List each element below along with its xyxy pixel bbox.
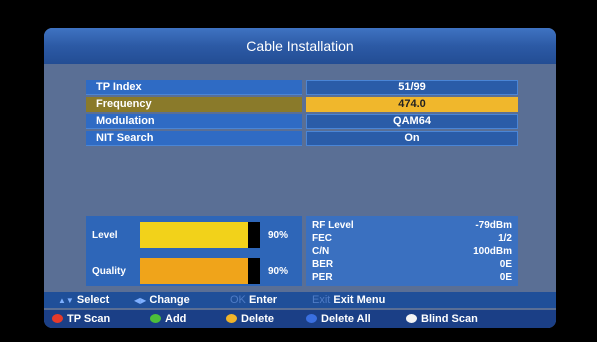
modulation-value[interactable]: QAM64 (306, 114, 518, 129)
frequency-row[interactable]: Frequency 474.0 (86, 97, 518, 112)
level-percent: 90% (268, 230, 289, 241)
tp-index-label: TP Index (86, 80, 302, 95)
left-right-arrows-icon: ◀▶ (134, 296, 147, 305)
help-enter-label: Enter (248, 294, 278, 306)
quality-bar (140, 258, 260, 284)
up-down-arrows-icon: ▲▼ (58, 296, 74, 305)
frequency-label: Frequency (86, 97, 302, 112)
stat-value: 100dBm (473, 246, 512, 257)
level-label: Level (92, 230, 118, 241)
stat-name: PER (312, 272, 333, 283)
white-key-icon (406, 314, 417, 323)
stat-value: 1/2 (498, 233, 512, 244)
quality-bar-fill (140, 258, 248, 284)
nit-search-label: NIT Search (86, 131, 302, 146)
tp-index-row[interactable]: TP Index 51/99 (86, 80, 518, 95)
modulation-label: Modulation (86, 114, 302, 129)
add-button[interactable]: Add (150, 310, 186, 328)
blind-scan-button[interactable]: Blind Scan (406, 310, 478, 328)
stat-value: 0E (499, 259, 512, 270)
stat-value: -79dBm (475, 220, 512, 231)
stat-name: FEC (312, 233, 332, 244)
stat-value: 0E (499, 272, 512, 283)
help-bar: ▲▼ Select ◀▶ Change OK Enter Exit Exit M… (44, 292, 556, 308)
yellow-key-icon (226, 314, 237, 323)
nit-search-value[interactable]: On (306, 131, 518, 146)
delete-button[interactable]: Delete (226, 310, 274, 328)
modulation-row[interactable]: Modulation QAM64 (86, 114, 518, 129)
help-change-label: Change (149, 294, 190, 306)
help-exit: Exit Exit Menu (312, 292, 385, 308)
stat-cn: C/N 100dBm (312, 246, 512, 258)
color-key-bar: TP Scan Add Delete Delete All Blind Scan (44, 310, 556, 328)
tp-scan-label: TP Scan (67, 313, 111, 325)
stat-rf-level: RF Level -79dBm (312, 220, 512, 232)
help-select-label: Select (76, 294, 110, 306)
green-key-icon (150, 314, 161, 323)
level-bar (140, 222, 260, 248)
ok-key-label: OK (230, 294, 246, 306)
tp-index-value[interactable]: 51/99 (306, 80, 518, 95)
help-enter: OK Enter (230, 292, 277, 308)
add-label: Add (165, 313, 187, 325)
stat-name: BER (312, 259, 334, 270)
stat-name: C/N (312, 246, 330, 257)
nit-search-row[interactable]: NIT Search On (86, 131, 518, 146)
delete-all-button[interactable]: Delete All (306, 310, 371, 328)
stat-name: RF Level (312, 220, 354, 231)
quality-percent: 90% (268, 266, 289, 277)
frequency-value[interactable]: 474.0 (306, 97, 518, 112)
stat-ber: BER 0E (312, 259, 512, 271)
window-title: Cable Installation (44, 28, 556, 64)
cable-installation-panel: Cable Installation TP Index 51/99 Freque… (44, 28, 556, 328)
help-select: ▲▼ Select (58, 292, 109, 309)
stat-fec: FEC 1/2 (312, 233, 512, 245)
signal-meter-box: Level 90% Quality 90% (86, 216, 302, 286)
quality-label: Quality (92, 266, 126, 277)
blue-key-icon (306, 314, 317, 323)
exit-key-label: Exit (312, 294, 331, 306)
red-key-icon (52, 314, 63, 323)
tp-scan-button[interactable]: TP Scan (52, 310, 110, 328)
help-change: ◀▶ Change (134, 292, 190, 309)
stat-per: PER 0E (312, 272, 512, 284)
signal-stats-box: RF Level -79dBm FEC 1/2 C/N 100dBm BER 0… (306, 216, 518, 286)
level-bar-fill (140, 222, 248, 248)
delete-label: Delete (241, 313, 275, 325)
blind-scan-label: Blind Scan (421, 313, 478, 325)
help-exit-label: Exit Menu (333, 294, 386, 306)
delete-all-label: Delete All (321, 313, 371, 325)
